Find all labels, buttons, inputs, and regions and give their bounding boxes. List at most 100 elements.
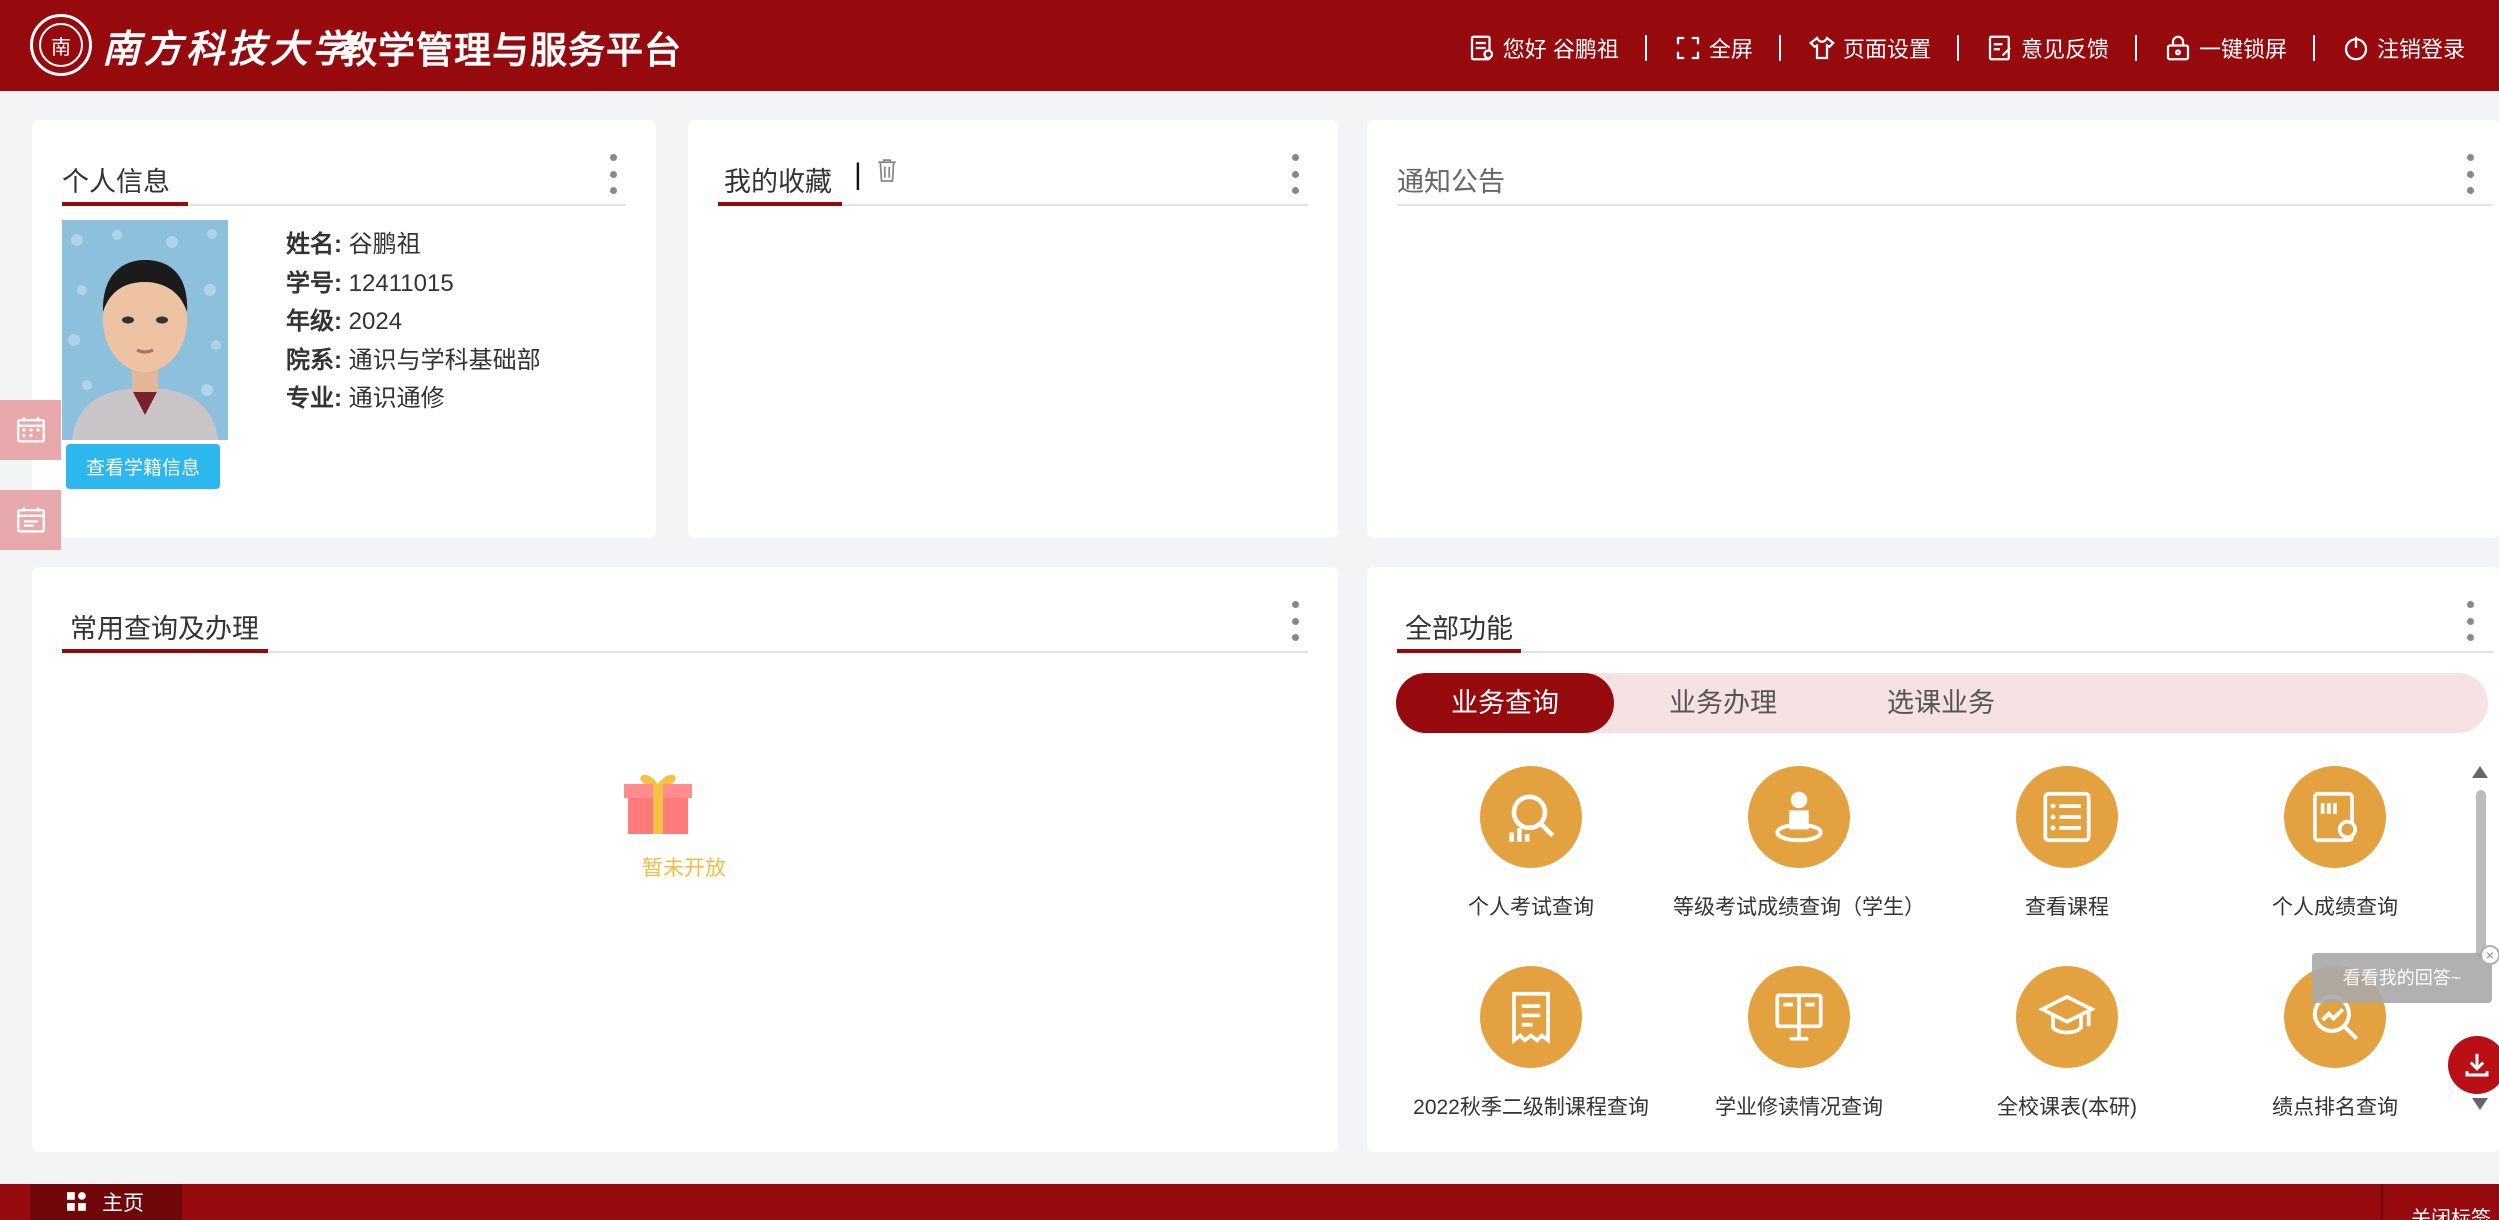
student-info-list: 姓名: 谷鹏祖 学号: 12411015 年级: 2024 院系: 通识与学科基… (286, 226, 541, 419)
page-settings-label: 页面设置 (1842, 37, 1931, 62)
power-icon (2344, 36, 2368, 61)
function-icon-circle (2016, 966, 2118, 1068)
function-icon-circle (1480, 966, 1582, 1068)
tab-home[interactable]: 主页 (30, 1184, 182, 1220)
tooltip-close-icon[interactable]: × (2480, 945, 2499, 965)
logout-label: 注销登录 (2376, 37, 2465, 62)
open-book-icon (1775, 993, 1823, 1041)
fullscreen-button[interactable]: 全屏 (1647, 32, 1779, 64)
function-icon-circle (1748, 966, 1850, 1068)
personal-info-title: 个人信息 (62, 167, 170, 197)
function-item-level-exam[interactable]: 等级考试成绩查询（学生） (1664, 766, 1934, 921)
tab-business-handling[interactable]: 业务办理 (1614, 673, 1832, 733)
student-id-value: 12411015 (348, 269, 454, 297)
university-name: 南方科技大学 (102, 26, 355, 71)
assistant-tooltip[interactable]: 看看我的回答~ × (2312, 945, 2499, 1003)
function-label: 个人成绩查询 (2272, 896, 2398, 919)
notice-panel: 通知公告 (1367, 120, 2499, 538)
function-icon-circle (1748, 766, 1850, 868)
empty-state-text: 暂未开放 (642, 857, 726, 880)
student-major-value: 通识通修 (348, 385, 445, 412)
info-row-id: 学号: 12411015 (286, 265, 541, 304)
schedule-icon (16, 507, 45, 533)
panel-more-menu[interactable] (608, 154, 618, 194)
title-underline (1397, 651, 2493, 653)
user-greeting-link[interactable]: 您好 谷鹏祖 (1441, 32, 1645, 64)
student-name-value: 谷鹏祖 (348, 231, 421, 258)
function-icon-circle (1480, 766, 1582, 868)
function-label: 绩点排名查询 (2272, 1096, 2398, 1119)
person-podium-icon (1775, 791, 1823, 843)
info-label: 姓名: (286, 231, 342, 258)
scroll-up-arrow[interactable] (2472, 766, 2488, 778)
student-grade-value: 2024 (348, 308, 403, 335)
function-item-2022-course[interactable]: 2022秋季二级制课程查询 (1396, 966, 1666, 1121)
side-schedule-tab[interactable] (0, 490, 61, 550)
tab-course-selection[interactable]: 选课业务 (1832, 673, 2050, 733)
function-label: 查看课程 (2025, 896, 2109, 919)
view-enrollment-button[interactable]: 查看学籍信息 (66, 444, 220, 489)
top-header: 南 南方科技大学 教学管理与服务平台 您好 谷鹏祖 全屏 页面设置 意见反馈 一… (0, 0, 2499, 91)
panel-more-menu[interactable] (2465, 154, 2475, 194)
bottom-tab-bar: 主页 关闭标签 (0, 1184, 2499, 1220)
receipt-icon (1512, 991, 1550, 1044)
function-item-study-status[interactable]: 学业修读情况查询 (1664, 966, 1934, 1121)
function-label: 全校课表(本研) (1997, 1096, 2137, 1119)
function-item-view-courses[interactable]: 查看课程 (1932, 766, 2202, 921)
lock-screen-label: 一键锁屏 (2198, 37, 2287, 62)
tab-business-query[interactable]: 业务查询 (1396, 673, 1614, 733)
user-greeting-label: 您好 谷鹏祖 (1502, 37, 1619, 62)
calendar-icon (16, 417, 45, 443)
info-row-major: 专业: 通识通修 (286, 380, 541, 419)
panel-more-menu[interactable] (1290, 154, 1300, 194)
panel-more-menu[interactable] (1290, 601, 1300, 641)
download-icon (2465, 1053, 2489, 1077)
function-icon-circle (2016, 766, 2118, 868)
panel-more-menu[interactable] (2465, 601, 2475, 641)
scroll-down-arrow[interactable] (2472, 1098, 2488, 1110)
home-tab-label: 主页 (102, 1192, 144, 1215)
title-accent-bar (62, 202, 188, 206)
close-tabs-button[interactable]: 关闭标签 (2381, 1184, 2499, 1220)
info-label: 专业: (286, 385, 342, 412)
feedback-button[interactable]: 意见反馈 (1959, 32, 2135, 64)
university-logo-icon: 南 (30, 14, 92, 76)
favorites-panel: 我的收藏 | (688, 120, 1338, 538)
fullscreen-icon (1676, 36, 1700, 60)
course-list-icon (2043, 791, 2091, 843)
info-row-grade: 年级: 2024 (286, 303, 541, 342)
info-row-name: 姓名: 谷鹏祖 (286, 226, 541, 265)
grid-home-icon (67, 1192, 86, 1211)
info-label: 院系: (286, 346, 342, 374)
all-functions-title: 全部功能 (1405, 614, 1513, 644)
page-settings-button[interactable]: 页面设置 (1781, 32, 1957, 64)
gift-icon (624, 774, 692, 834)
side-calendar-tab[interactable] (0, 400, 61, 460)
personal-info-panel: 个人信息 姓名: 谷鹏祖 学号: 12411015 年级: 2024 院系: 通… (32, 120, 656, 538)
title-accent-bar (718, 202, 842, 206)
function-item-exam-query[interactable]: 个人考试查询 (1396, 766, 1666, 921)
function-label: 2022秋季二级制课程查询 (1413, 1096, 1649, 1119)
trash-icon[interactable] (876, 156, 898, 184)
graduation-cap-icon (2038, 994, 2096, 1035)
function-label: 个人考试查询 (1468, 896, 1594, 919)
function-item-grade-query[interactable]: 个人成绩查询 (2200, 766, 2456, 921)
function-grid-scrollbar[interactable] (2476, 790, 2486, 958)
function-icon-circle (2284, 766, 2386, 868)
function-item-school-timetable[interactable]: 全校课表(本研) (1932, 966, 2202, 1121)
search-chart-icon (1509, 794, 1555, 842)
download-button[interactable] (2448, 1036, 2499, 1094)
shirt-icon (1809, 36, 1835, 60)
feedback-label: 意见反馈 (2020, 37, 2109, 62)
function-tabs: 业务查询 业务办理 选课业务 (1396, 673, 2488, 733)
student-department-value: 通识与学科基础部 (348, 346, 541, 374)
logout-button[interactable]: 注销登录 (2315, 32, 2491, 64)
lock-screen-button[interactable]: 一键锁屏 (2137, 32, 2313, 64)
title-separator: | (854, 158, 862, 191)
favorites-title: 我的收藏 (724, 167, 832, 197)
platform-title: 教学管理与服务平台 (340, 30, 682, 71)
header-nav: 您好 谷鹏祖 全屏 页面设置 意见反馈 一键锁屏 注销登录 (1441, 30, 2491, 66)
title-accent-bar (62, 649, 268, 653)
info-label: 学号: (286, 269, 342, 297)
student-photo (62, 220, 228, 440)
